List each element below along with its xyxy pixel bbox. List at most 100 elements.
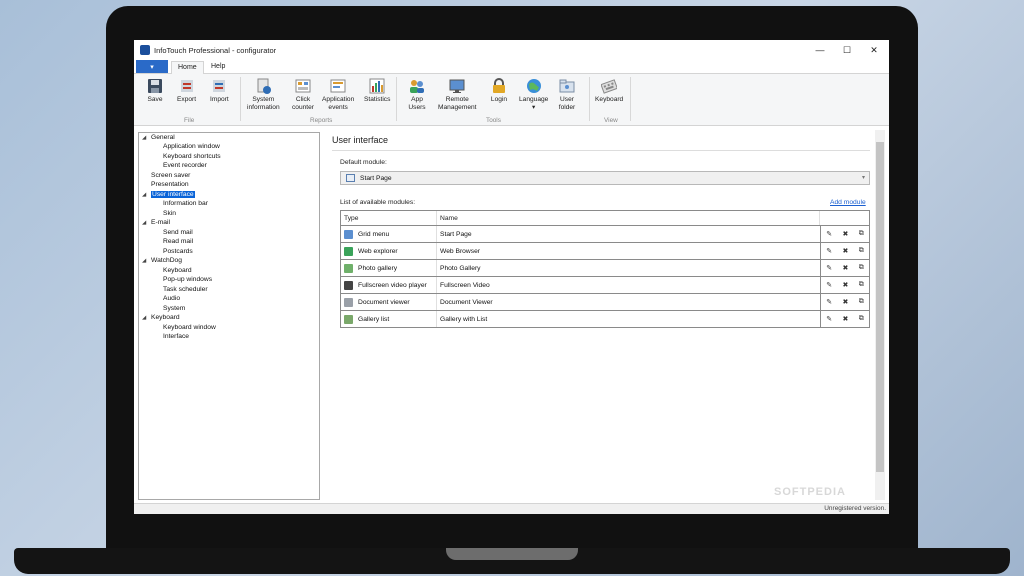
statistics-icon — [368, 77, 386, 94]
copy-icon[interactable]: ⧉ — [859, 315, 864, 323]
copy-icon[interactable]: ⧉ — [859, 298, 864, 306]
type-text: Web explorer — [358, 247, 398, 255]
collapse-icon[interactable]: ◢ — [142, 315, 146, 321]
collapse-icon[interactable]: ◢ — [142, 135, 146, 141]
table-row[interactable]: Gallery list Gallery with List ✎ ✖ ⧉ — [341, 310, 869, 327]
tree-item-screen-saver[interactable]: Screen saver — [151, 172, 190, 179]
module-type-icon — [344, 280, 353, 290]
globe-icon — [525, 77, 543, 94]
delete-icon[interactable]: ✖ — [842, 247, 848, 255]
tree-item-event-recorder[interactable]: Event recorder — [163, 162, 207, 169]
tree-item-audio[interactable]: Audio — [163, 295, 180, 302]
file-menu-tab[interactable]: ▾ — [136, 60, 168, 73]
table-row[interactable]: Grid menu Start Page ✎ ✖ ⧉ — [341, 225, 869, 242]
user-folder-button[interactable]: User folder — [558, 77, 576, 111]
app-users-button[interactable]: App Users — [408, 77, 426, 111]
application-events-button[interactable]: Application events — [322, 77, 354, 111]
language-button[interactable]: Language ▾ — [519, 77, 548, 111]
tree-item-keyboard-window[interactable]: Keyboard window — [163, 324, 216, 331]
tree-item-email[interactable]: E-mail — [151, 219, 170, 226]
click-counter-label-2: counter — [292, 103, 314, 111]
minimize-button[interactable]: — — [807, 40, 833, 60]
click-counter-button[interactable]: Click counter — [292, 77, 314, 111]
collapse-icon[interactable]: ◢ — [142, 192, 146, 198]
system-information-icon — [254, 77, 272, 94]
type-text: Photo gallery — [358, 264, 398, 272]
import-button[interactable]: Import — [210, 77, 229, 104]
edit-icon[interactable]: ✎ — [826, 230, 832, 238]
tree-item-presentation[interactable]: Presentation — [151, 181, 189, 188]
delete-icon[interactable]: ✖ — [842, 281, 848, 289]
login-button[interactable]: Login — [490, 77, 508, 104]
delete-icon[interactable]: ✖ — [842, 230, 848, 238]
name-cell: Document Viewer — [440, 294, 820, 310]
copy-icon[interactable]: ⧉ — [859, 281, 864, 289]
tree-item-read-mail[interactable]: Read mail — [163, 238, 193, 245]
copy-icon[interactable]: ⧉ — [859, 264, 864, 272]
tree-item-general[interactable]: General — [151, 134, 175, 141]
table-row[interactable]: Document viewer Document Viewer ✎ ✖ ⧉ — [341, 293, 869, 310]
tab-help[interactable]: Help — [205, 61, 231, 74]
statistics-button[interactable]: Statistics — [364, 77, 390, 104]
grid-menu-icon — [346, 174, 355, 182]
tree-item-popup-windows[interactable]: Pop-up windows — [163, 276, 212, 283]
type-cell: Photo gallery — [344, 260, 437, 276]
tree-item-watchdog-keyboard[interactable]: Keyboard — [163, 267, 192, 274]
copy-icon[interactable]: ⧉ — [859, 230, 864, 238]
collapse-icon[interactable]: ◢ — [142, 258, 146, 264]
tree-item-send-mail[interactable]: Send mail — [163, 229, 193, 236]
table-row[interactable]: Web explorer Web Browser ✎ ✖ ⧉ — [341, 242, 869, 259]
export-button[interactable]: Export — [177, 77, 196, 104]
tree-item-system[interactable]: System — [163, 305, 185, 312]
edit-icon[interactable]: ✎ — [826, 264, 832, 272]
remote-management-button[interactable]: Remote Management — [438, 77, 477, 111]
system-information-button[interactable]: System information — [247, 77, 280, 111]
tree-item-user-interface[interactable]: User interface — [151, 191, 195, 198]
login-label: Login — [490, 96, 508, 103]
maximize-button[interactable]: ☐ — [834, 40, 860, 60]
column-header-name[interactable]: Name — [437, 211, 820, 225]
default-module-select[interactable]: Start Page ▾ — [340, 171, 870, 185]
tree-item-interface[interactable]: Interface — [163, 333, 189, 340]
keyboard-button[interactable]: Keyboard — [595, 77, 623, 104]
column-header-type[interactable]: Type — [341, 211, 437, 225]
title-divider — [332, 150, 870, 151]
scrollbar-thumb[interactable] — [876, 142, 884, 472]
type-cell: Web explorer — [344, 243, 437, 259]
edit-icon[interactable]: ✎ — [826, 315, 832, 323]
tab-home[interactable]: Home — [171, 61, 204, 74]
type-text: Fullscreen video player — [358, 281, 427, 289]
add-module-link[interactable]: Add module — [830, 199, 866, 206]
tree-item-information-bar[interactable]: Information bar — [163, 200, 208, 207]
delete-icon[interactable]: ✖ — [842, 264, 848, 272]
close-button[interactable]: ✕ — [861, 40, 887, 60]
type-text: Document viewer — [358, 298, 410, 306]
type-cell: Grid menu — [344, 226, 437, 242]
group-separator — [630, 77, 631, 121]
tree-item-watchdog[interactable]: WatchDog — [151, 257, 182, 264]
settings-tree: ◢ General Application window Keyboard sh… — [138, 132, 320, 514]
delete-icon[interactable]: ✖ — [842, 298, 848, 306]
module-type-icon — [344, 229, 353, 239]
save-button[interactable]: Save — [146, 77, 164, 104]
table-row[interactable]: Photo gallery Photo Gallery ✎ ✖ ⧉ — [341, 259, 869, 276]
edit-icon[interactable]: ✎ — [826, 247, 832, 255]
tree-item-keyboard-shortcuts[interactable]: Keyboard shortcuts — [163, 153, 221, 160]
tree-item-skin[interactable]: Skin — [163, 210, 176, 217]
collapse-icon[interactable]: ◢ — [142, 220, 146, 226]
save-label: Save — [147, 96, 163, 103]
tree-item-application-window[interactable]: Application window — [163, 143, 220, 150]
table-row[interactable]: Fullscreen video player Fullscreen Video ✎… — [341, 276, 869, 293]
copy-icon[interactable]: ⧉ — [859, 247, 864, 255]
tree-item-task-scheduler[interactable]: Task scheduler — [163, 286, 208, 293]
tree-item-postcards[interactable]: Postcards — [163, 248, 193, 255]
edit-icon[interactable]: ✎ — [826, 298, 832, 306]
tree-item-keyboard[interactable]: Keyboard — [151, 314, 180, 321]
edit-icon[interactable]: ✎ — [826, 281, 832, 289]
name-text: Start Page — [440, 230, 472, 238]
delete-icon[interactable]: ✖ — [842, 315, 848, 323]
row-actions: ✎ ✖ ⧉ — [820, 226, 869, 242]
name-text: Web Browser — [440, 247, 481, 255]
name-text: Document Viewer — [440, 298, 493, 306]
export-icon — [178, 77, 196, 94]
